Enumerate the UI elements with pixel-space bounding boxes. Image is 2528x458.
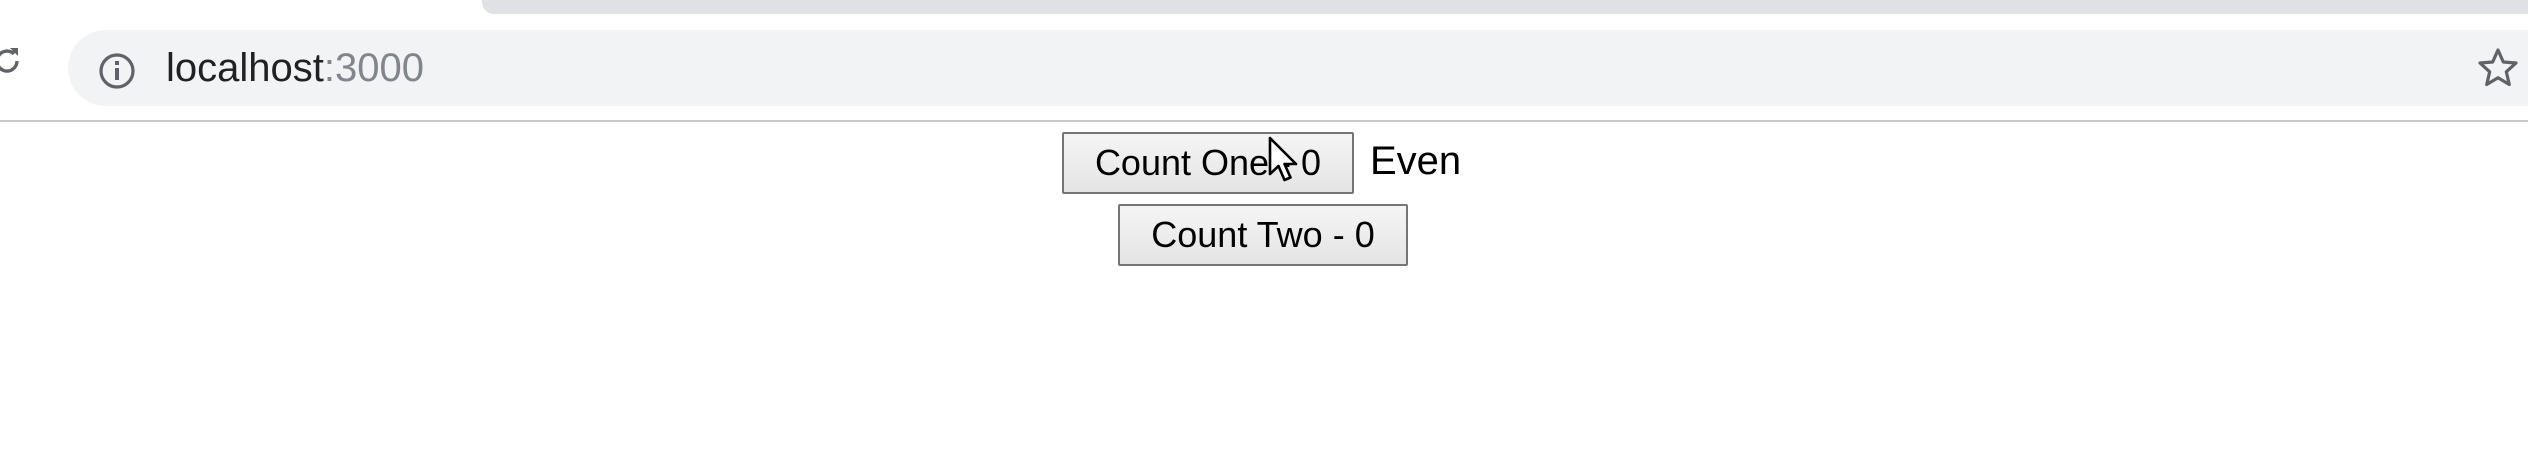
mouse-cursor-icon (1268, 136, 1298, 182)
reload-icon[interactable] (0, 44, 24, 78)
browser-toolbar: localhost:3000 (0, 0, 2528, 122)
url-host: localhost (166, 46, 324, 90)
tab-strip (0, 0, 2528, 14)
star-icon[interactable] (2476, 46, 2520, 90)
tab-strip-edge (482, 0, 2528, 14)
info-icon[interactable] (98, 52, 136, 90)
count-two-button[interactable]: Count Two - 0 (1118, 204, 1408, 266)
page-content: Count One - 0 Even Count Two - 0 (0, 122, 2528, 458)
parity-label: Even (1370, 139, 1462, 183)
count-one-button[interactable]: Count One - 0 (1062, 132, 1354, 194)
url-port: :3000 (323, 46, 424, 90)
url-text[interactable]: localhost:3000 (166, 44, 424, 92)
address-bar[interactable] (68, 30, 2528, 106)
